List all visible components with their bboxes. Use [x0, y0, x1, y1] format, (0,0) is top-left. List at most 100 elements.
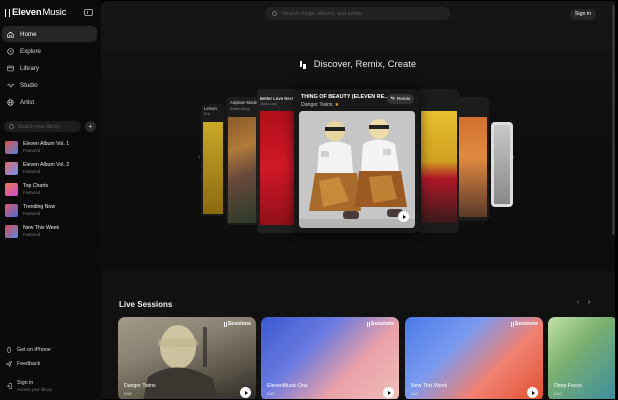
- sessions-badge: Sessions: [366, 321, 394, 327]
- global-search-input[interactable]: Search songs, albums, and artists: [265, 7, 450, 20]
- featured-play-button[interactable]: [398, 211, 409, 222]
- playlist-cover: [5, 204, 18, 217]
- playlist-item[interactable]: New This Week Featured: [5, 221, 97, 242]
- sessions-prev-icon[interactable]: ‹: [577, 299, 579, 306]
- sessions-logo-icon: [366, 321, 370, 327]
- album-art: [203, 122, 223, 214]
- signin-icon: [6, 383, 12, 389]
- session-name: Deep Focus: [554, 383, 582, 389]
- carousel-prev-icon[interactable]: ‹: [198, 154, 200, 161]
- session-sub: Live: [411, 391, 419, 396]
- sidebar-signin-link[interactable]: Sign in Access your library: [6, 380, 96, 392]
- carousel-card-left-2[interactable]: [226, 97, 258, 225]
- carousel-card-left-1[interactable]: [257, 89, 297, 233]
- carousel-card-right-1[interactable]: [417, 89, 459, 233]
- featured-card[interactable]: THING OF BEAUTY (ELEVEN RE... Danger Twi…: [295, 89, 419, 233]
- playlist-title: New This Week: [23, 225, 60, 231]
- card-artist: Rosen Berg: [230, 107, 250, 111]
- search-icon: [272, 11, 277, 16]
- carousel-card-right-2[interactable]: [457, 97, 489, 221]
- playlist-subtitle: Featured: [23, 232, 41, 237]
- album-art: [459, 117, 487, 217]
- session-play-button[interactable]: [383, 387, 394, 398]
- sidebar-item-explore[interactable]: Explore: [2, 43, 97, 59]
- home-icon: [7, 31, 14, 38]
- session-card-4[interactable]: Deep Focus Live: [548, 317, 615, 399]
- featured-artist-name: Danger Twins: [301, 102, 333, 108]
- session-card-3[interactable]: Sessions New This Week Live: [405, 317, 543, 399]
- featured-album-art: [299, 111, 415, 228]
- playlist-item[interactable]: Eleven Album Vol. 1 Featured: [5, 137, 97, 158]
- card-artist: Judio Lost: [260, 102, 277, 106]
- remix-button[interactable]: ⇋ Remix: [387, 94, 414, 104]
- playlist-item[interactable]: Trending Now Featured: [5, 200, 97, 221]
- carousel-card-far-right[interactable]: [491, 122, 513, 207]
- star-icon: ★: [334, 102, 340, 108]
- sessions-badge: Sessions: [510, 321, 538, 327]
- session-name: New This Week: [411, 383, 448, 389]
- session-name: ElevenMusic One: [267, 383, 308, 389]
- feedback-link[interactable]: Feedback: [6, 361, 96, 367]
- session-card-1[interactable]: Sessions Danger Twins Live: [118, 317, 256, 399]
- sessions-badge-text: Sessions: [227, 321, 251, 327]
- main-panel: Search songs, albums, and artists Sign i…: [101, 1, 615, 399]
- sidebar: ElevenMusic Home Explore Library Studio: [0, 0, 101, 400]
- studio-icon: [7, 82, 14, 89]
- playlist-text: Trending Now Featured: [23, 204, 55, 217]
- get-iphone-label: Get on iPhone: [17, 347, 51, 353]
- card-title: Airplane Mode: [230, 100, 258, 105]
- search-icon: [9, 124, 14, 129]
- session-name: Danger Twins: [124, 383, 156, 389]
- remix-icon: ⇋: [390, 96, 395, 102]
- compass-icon: [7, 47, 14, 55]
- feedback-label: Feedback: [17, 361, 41, 367]
- playlist-item[interactable]: Top Charts Featured: [5, 179, 97, 200]
- sidebar-item-label: Studio: [20, 81, 38, 89]
- session-sub: Live: [554, 391, 562, 396]
- scrollbar[interactable]: [612, 5, 615, 235]
- brand-mark-icon: [299, 60, 306, 69]
- session-play-button[interactable]: [527, 387, 538, 398]
- sessions-next-icon[interactable]: ›: [588, 299, 590, 306]
- featured-artist: Danger Twins ★: [301, 102, 339, 108]
- playlist-text: Eleven Album Vol. 1 Featured: [23, 141, 69, 154]
- signin-sub: Access your library: [17, 387, 53, 392]
- session-play-button[interactable]: [240, 387, 251, 398]
- featured-photo-illustration: [299, 111, 415, 228]
- library-icon: [7, 65, 14, 72]
- signin-label: Sign in: [17, 380, 34, 386]
- logo-thin: Music: [42, 7, 67, 18]
- playlist-cover: [5, 225, 18, 238]
- sessions-badge-text: Sessions: [370, 321, 394, 327]
- header-signin-button[interactable]: Sign in: [570, 9, 596, 20]
- playlist-item[interactable]: Eleven Album Vol. 2 Featured: [5, 158, 97, 179]
- live-sessions-title: Live Sessions: [119, 300, 173, 309]
- library-search-placeholder: Search your library: [18, 123, 60, 130]
- playlist-title: Top Charts: [23, 183, 49, 189]
- sidebar-item-artist[interactable]: Artist: [2, 94, 97, 110]
- sidebar-nav: Home Explore Library Studio Artist: [2, 26, 97, 111]
- album-art: [228, 117, 256, 223]
- playlist-title: Trending Now: [23, 204, 56, 210]
- sidebar-item-label: Artist: [20, 98, 35, 106]
- sidebar-item-home[interactable]: Home: [2, 26, 97, 42]
- library-search-input[interactable]: Search your library: [4, 121, 81, 132]
- add-playlist-button[interactable]: +: [85, 121, 96, 132]
- sidebar-toggle-icon[interactable]: [84, 9, 93, 16]
- sidebar-item-studio[interactable]: Studio: [2, 77, 97, 93]
- remix-label: Remix: [396, 96, 411, 102]
- session-sub: Live: [267, 391, 275, 396]
- logo-mark-icon: [5, 8, 10, 17]
- sidebar-item-library[interactable]: Library: [2, 60, 97, 76]
- playlist-subtitle: Featured: [23, 211, 41, 216]
- global-search-placeholder: Search songs, albums, and artists: [282, 10, 362, 17]
- sidebar-item-label: Home: [20, 30, 37, 38]
- session-card-2[interactable]: Sessions ElevenMusic One Live: [261, 317, 399, 399]
- app-logo[interactable]: Eleven Music: [5, 7, 66, 18]
- album-art: [260, 111, 294, 225]
- get-iphone-link[interactable]: Get on iPhone: [6, 347, 96, 353]
- carousel-card-far-left[interactable]: [201, 104, 225, 216]
- logo-bold: Eleven: [12, 7, 42, 18]
- playlist-text: New This Week Featured: [23, 225, 59, 238]
- featured-title: THING OF BEAUTY (ELEVEN RE...: [301, 94, 389, 100]
